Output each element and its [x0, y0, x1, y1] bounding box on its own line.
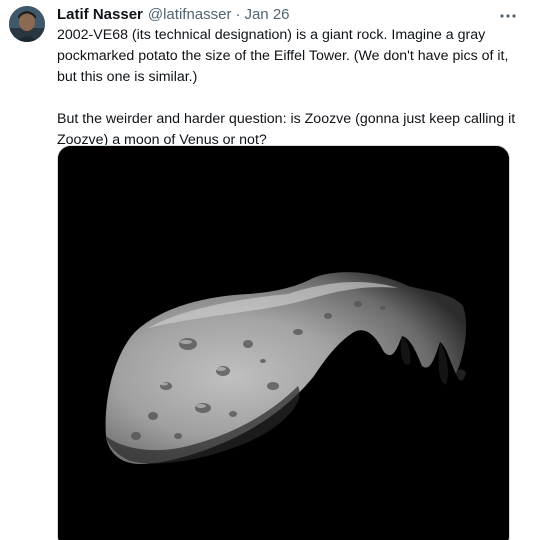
tweet-header: Latif Nasser @latifnasser · Jan 26 [57, 6, 290, 24]
more-horizontal-icon [499, 13, 517, 19]
author-handle[interactable]: @latifnasser [148, 6, 232, 23]
tweet-media-image[interactable] [57, 145, 510, 540]
post-date[interactable]: Jan 26 [244, 6, 289, 23]
tweet-paragraph-1: 2002-VE68 (its technical designation) is… [57, 27, 509, 85]
asteroid-image [58, 146, 509, 540]
header-separator: · [235, 6, 241, 23]
tweet-text: 2002-VE68 (its technical designation) is… [57, 25, 519, 151]
author-avatar[interactable] [9, 6, 45, 42]
more-options-button[interactable] [495, 6, 521, 26]
author-name[interactable]: Latif Nasser [57, 6, 143, 23]
